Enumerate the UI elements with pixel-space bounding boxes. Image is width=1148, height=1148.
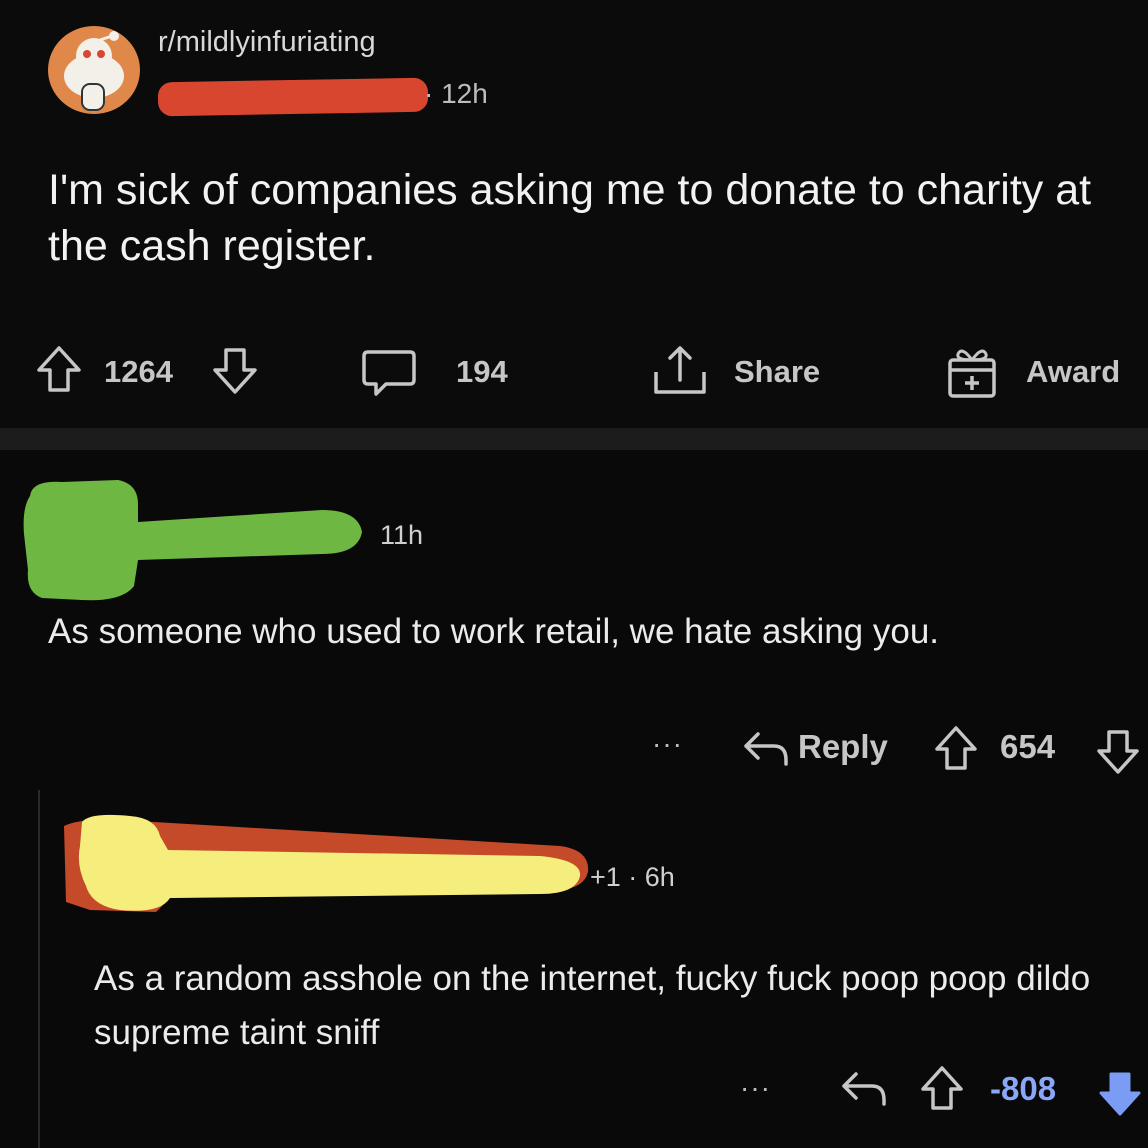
- comment-2-body: As a random asshole on the internet, fuc…: [94, 959, 1091, 1052]
- comment-1-vote-count: 654: [1000, 728, 1056, 765]
- comment-2-downvote-icon[interactable]: [1096, 1068, 1144, 1118]
- redacted-username: [157, 77, 429, 117]
- post-time: · 12h: [424, 78, 488, 109]
- comment-1-body: As someone who used to work retail, we h…: [48, 612, 940, 651]
- comment-count: 194: [456, 354, 508, 389]
- comment-icon[interactable]: [360, 346, 418, 400]
- reply-icon[interactable]: [740, 728, 790, 768]
- redacted-commenter-2: [60, 806, 600, 916]
- comment-2-upvote-icon[interactable]: [918, 1064, 966, 1114]
- share-icon[interactable]: [650, 342, 710, 400]
- comment-2-reply-icon[interactable]: [838, 1068, 888, 1108]
- section-divider: [0, 428, 1148, 450]
- post-title[interactable]: I'm sick of companies asking me to donat…: [48, 162, 1138, 274]
- thread-line[interactable]: [38, 790, 40, 1148]
- comment-2-more-button[interactable]: ···: [740, 1072, 771, 1104]
- comment-2-vote-count: -808: [990, 1070, 1057, 1107]
- subreddit-name[interactable]: r/mildlyinfuriating: [158, 26, 376, 59]
- comment-1-time: 11h: [380, 520, 424, 550]
- comment-1-upvote-icon[interactable]: [932, 724, 980, 774]
- redacted-commenter-1: [22, 474, 364, 604]
- comment-2-meta: +1 · 6h: [590, 862, 675, 892]
- award-button[interactable]: Award: [1026, 354, 1120, 390]
- subreddit-avatar[interactable]: [48, 26, 140, 114]
- post-card: r/mildlyinfuriating · 12h I'm sick of co…: [0, 0, 1148, 428]
- award-icon[interactable]: [944, 344, 1000, 400]
- comment-1-reply-button[interactable]: Reply: [798, 728, 888, 766]
- share-button[interactable]: Share: [734, 354, 820, 390]
- downvote-icon[interactable]: [210, 344, 260, 396]
- comment-1-more-button[interactable]: ···: [652, 728, 683, 760]
- comment-1-downvote-icon[interactable]: [1094, 726, 1142, 776]
- post-vote-count: 1264: [104, 354, 173, 389]
- upvote-icon[interactable]: [34, 344, 84, 396]
